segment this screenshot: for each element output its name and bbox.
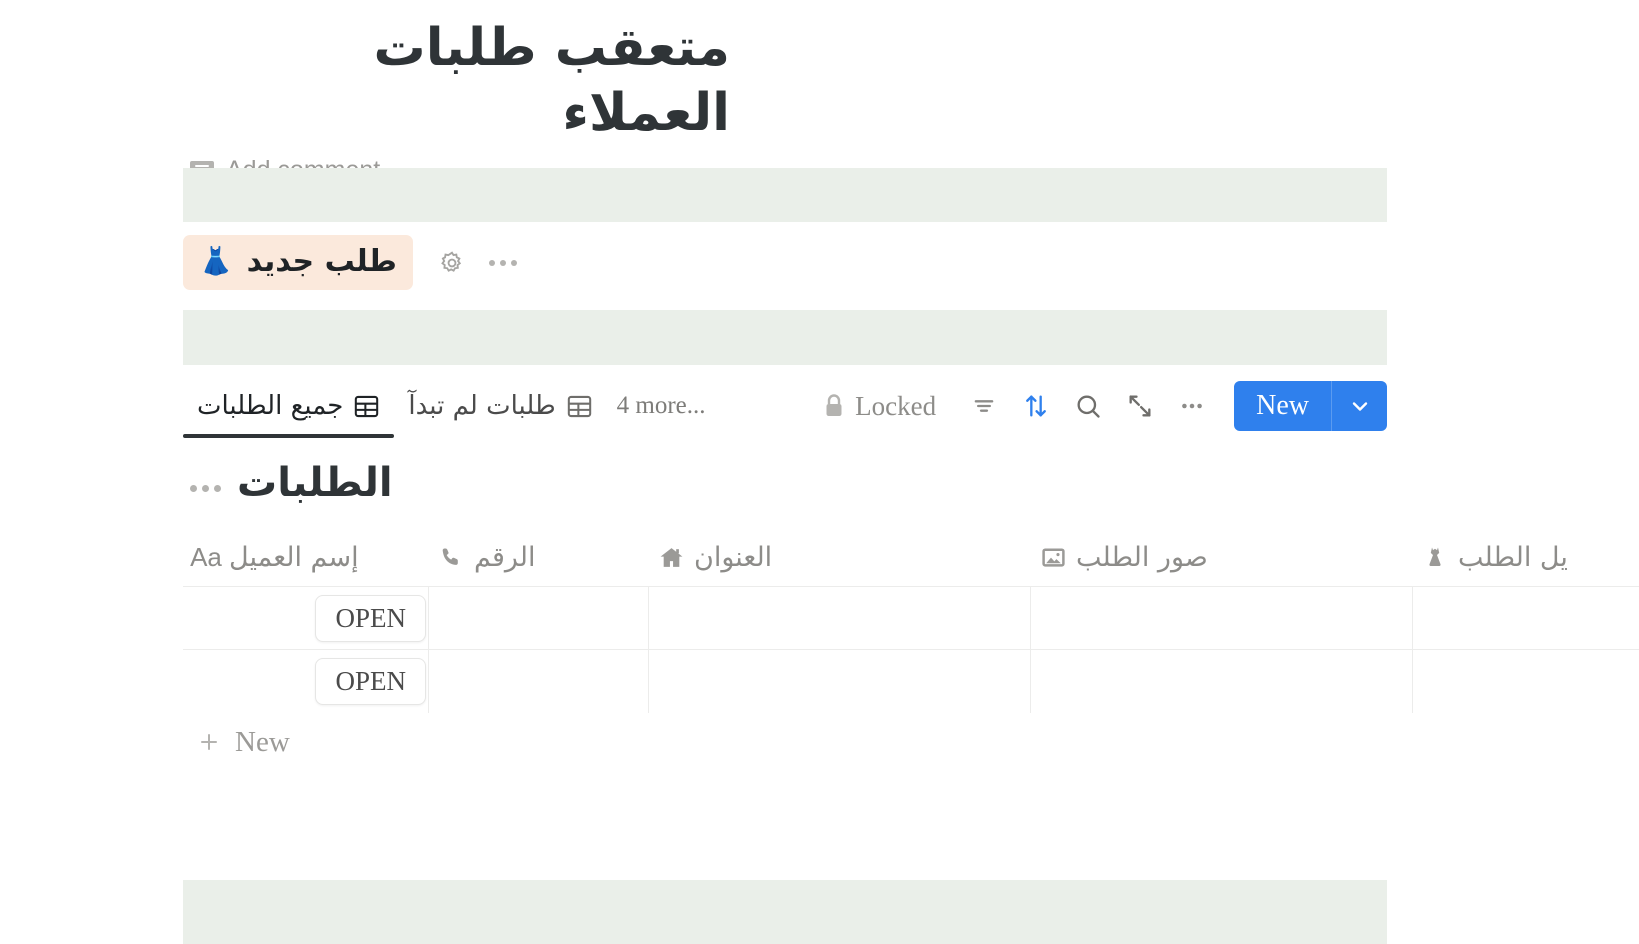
tab-label: جميع الطلبات	[197, 391, 344, 421]
open-record-button[interactable]: OPEN	[315, 658, 426, 705]
column-header-phone[interactable]: الرقم	[428, 528, 648, 586]
column-label: صور الطلب	[1076, 541, 1208, 573]
page-header: متعقب طلبات العملاء Add comment	[190, 16, 1390, 183]
ellipsis-dot	[214, 484, 221, 492]
lock-icon	[823, 393, 845, 419]
view-toolbar: Locked New	[823, 380, 1387, 432]
ellipsis-dot	[488, 259, 495, 266]
new-order-label: طلب جديد	[246, 244, 397, 279]
search-icon[interactable]	[1062, 380, 1114, 432]
gear-icon[interactable]	[439, 250, 465, 276]
ellipsis-dot	[190, 484, 197, 492]
locked-status-badge[interactable]: Locked	[823, 391, 958, 422]
section-title: الطلبات	[237, 460, 393, 506]
view-more-button[interactable]	[1166, 380, 1218, 432]
table-icon	[353, 393, 380, 420]
database-view-bar: جميع الطلبات طلبات لم تبدآ 4 more... Loc…	[183, 374, 1387, 438]
section-more-button[interactable]	[190, 484, 221, 492]
locked-label: Locked	[855, 390, 937, 421]
cell-order-details[interactable]	[1412, 587, 1639, 650]
plus-icon	[197, 730, 221, 754]
tab-label: طلبات لم تبدآ	[408, 391, 556, 421]
table-row[interactable]: OPEN	[183, 586, 1639, 650]
table-header-row: إسم العميل Aa الرقم العنوان صور الطلب يل…	[183, 528, 1639, 586]
open-record-button[interactable]: OPEN	[315, 595, 426, 642]
view-tabs: جميع الطلبات طلبات لم تبدآ 4 more...	[183, 374, 716, 438]
callout-block-bottom	[183, 880, 1387, 944]
tab-not-started-orders[interactable]: طلبات لم تبدآ	[394, 374, 606, 438]
tab-all-orders[interactable]: جميع الطلبات	[183, 374, 395, 438]
expand-icon[interactable]	[1114, 380, 1166, 432]
callout-block-top	[183, 168, 1387, 222]
add-new-row-label: New	[235, 725, 290, 758]
column-label: إسم العميل	[229, 541, 359, 573]
cell-order-images[interactable]	[1030, 587, 1412, 650]
chevron-down-icon[interactable]	[1331, 381, 1387, 431]
add-new-row-button[interactable]: New	[183, 712, 1639, 772]
column-header-address[interactable]: العنوان	[648, 528, 1030, 586]
orders-table: إسم العميل Aa الرقم العنوان صور الطلب يل…	[183, 528, 1639, 772]
house-icon	[658, 544, 684, 570]
sort-icon[interactable]	[1010, 380, 1062, 432]
new-record-button-group: New	[1234, 381, 1387, 431]
column-header-order-details[interactable]: يل الطلب	[1412, 528, 1639, 586]
page-title: متعقب طلبات العملاء	[373, 18, 730, 143]
cell-address[interactable]	[648, 587, 1030, 650]
callout-block-middle	[183, 310, 1387, 365]
ellipsis-dot	[499, 259, 506, 266]
image-icon	[1040, 544, 1066, 570]
more-views-button[interactable]: 4 more...	[607, 392, 716, 420]
section-header: الطلبات	[190, 460, 393, 506]
table-icon	[566, 393, 593, 420]
dress-icon: 👗	[199, 246, 233, 276]
order-block-more-button[interactable]	[488, 259, 517, 266]
cell-phone[interactable]	[428, 587, 648, 650]
column-header-order-images[interactable]: صور الطلب	[1030, 528, 1412, 586]
column-header-customer-name[interactable]: إسم العميل Aa	[183, 528, 428, 586]
cell-order-details[interactable]	[1412, 650, 1639, 713]
table-row[interactable]: OPEN	[183, 649, 1639, 713]
cell-phone[interactable]	[428, 650, 648, 713]
ellipsis-dot	[202, 484, 209, 492]
ellipsis-dot	[510, 259, 517, 266]
cell-customer-name[interactable]: OPEN	[183, 650, 428, 713]
new-order-button[interactable]: طلب جديد 👗	[183, 235, 413, 290]
dress-icon	[1422, 544, 1448, 570]
new-record-button[interactable]: New	[1234, 381, 1331, 431]
column-label: الرقم	[474, 541, 536, 573]
cell-order-images[interactable]	[1030, 650, 1412, 713]
filter-icon[interactable]	[958, 380, 1010, 432]
notion-page: متعقب طلبات العملاء Add comment طلب جديد…	[0, 0, 1639, 944]
phone-icon	[438, 544, 464, 570]
cell-customer-name[interactable]: OPEN	[183, 587, 428, 650]
column-label: يل الطلب	[1458, 541, 1568, 573]
cell-address[interactable]	[648, 650, 1030, 713]
aa-text-icon: Aa	[190, 542, 222, 572]
new-order-row: طلب جديد 👗	[183, 235, 517, 290]
column-label: العنوان	[694, 541, 773, 573]
